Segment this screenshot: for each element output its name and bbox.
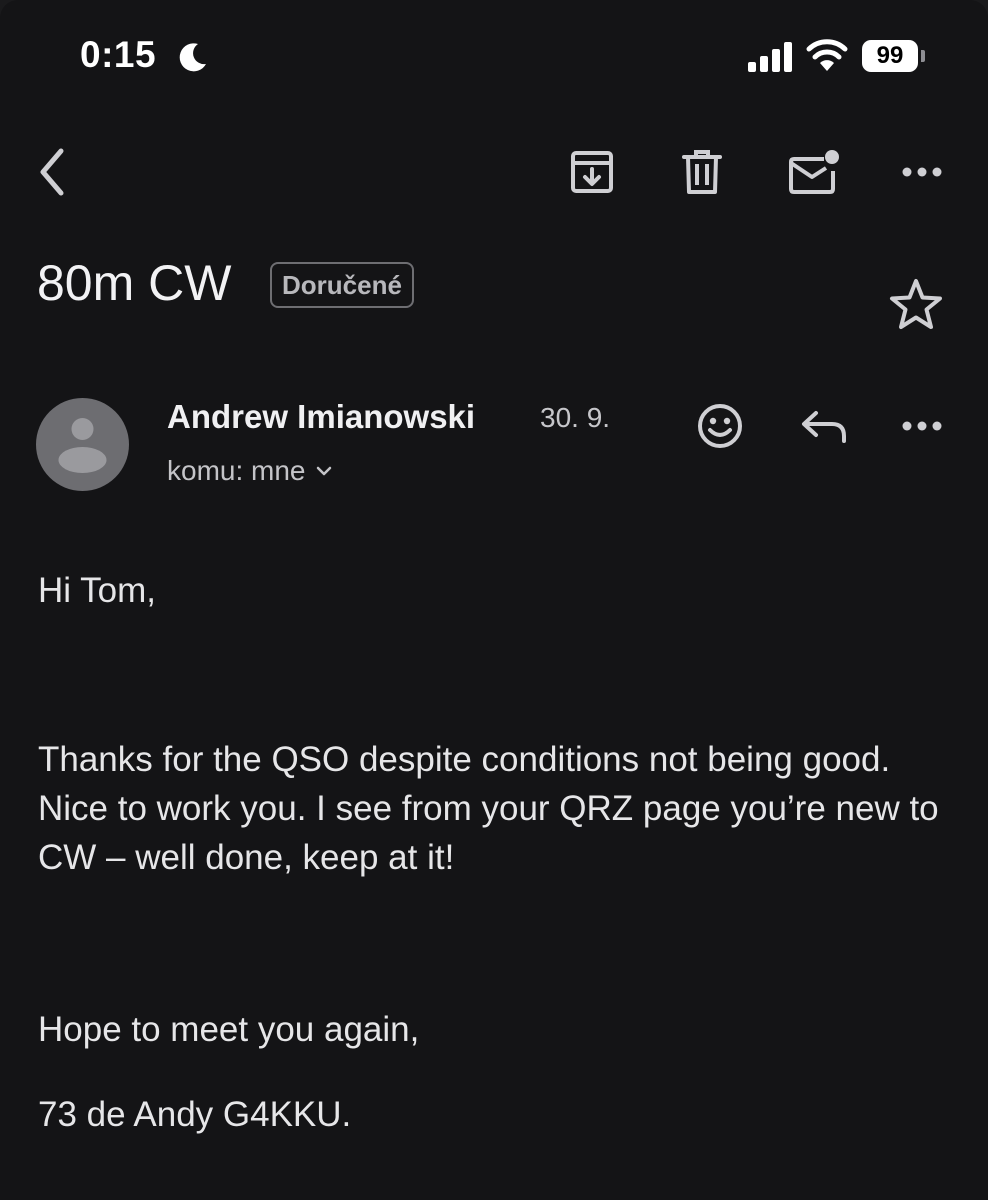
more-horizontal-icon (902, 167, 942, 177)
back-button[interactable] (24, 138, 80, 206)
label-chip-text: Doručené (282, 269, 402, 300)
smiley-icon (698, 404, 742, 448)
body-signature: 73 de Andy G4KKU. (38, 1095, 352, 1134)
delete-button[interactable] (670, 140, 734, 204)
reply-icon (802, 411, 846, 443)
battery-level: 99 (876, 42, 904, 69)
more-horizontal-icon (902, 421, 942, 431)
body-closing: Hope to meet you again, (38, 1010, 420, 1049)
status-bar: 0:15 99 (0, 0, 988, 112)
status-time: 0:15 (80, 34, 157, 75)
recipient-text: komu: mne (167, 455, 306, 486)
more-options-button[interactable] (890, 146, 954, 198)
trash-icon (682, 150, 722, 194)
add-reaction-button[interactable] (694, 398, 746, 454)
avatar[interactable] (36, 398, 129, 491)
mark-unread-button[interactable] (780, 140, 848, 204)
default-avatar-icon (58, 418, 107, 473)
reply-button[interactable] (796, 400, 852, 452)
wifi-icon (806, 39, 848, 71)
email-subject: 80m CW (37, 255, 232, 311)
battery-cap (921, 50, 925, 62)
star-icon (890, 279, 942, 329)
archive-icon (571, 151, 613, 193)
moon-icon (179, 43, 206, 72)
email-screen: 0:15 99 80m CW Doručené Andrew Imianowsk… (0, 0, 988, 1200)
archive-button[interactable] (560, 140, 624, 204)
body-paragraph: Thanks for the QSO despite conditions no… (38, 740, 939, 877)
sender-date: 30. 9. (540, 402, 611, 433)
recipient-toggle[interactable]: komu: mne (167, 455, 332, 487)
battery-icon: 99 (862, 40, 918, 72)
star-button[interactable] (884, 272, 948, 336)
label-chip[interactable]: Doručené (270, 262, 414, 308)
message-more-button[interactable] (890, 400, 954, 452)
signal-icon (748, 42, 792, 72)
back-chevron-icon (40, 148, 64, 196)
sender-name: Andrew Imianowski (167, 398, 476, 435)
mark-unread-icon (789, 150, 839, 194)
chevron-down-icon (316, 466, 331, 476)
body-greeting: Hi Tom, (38, 571, 156, 610)
